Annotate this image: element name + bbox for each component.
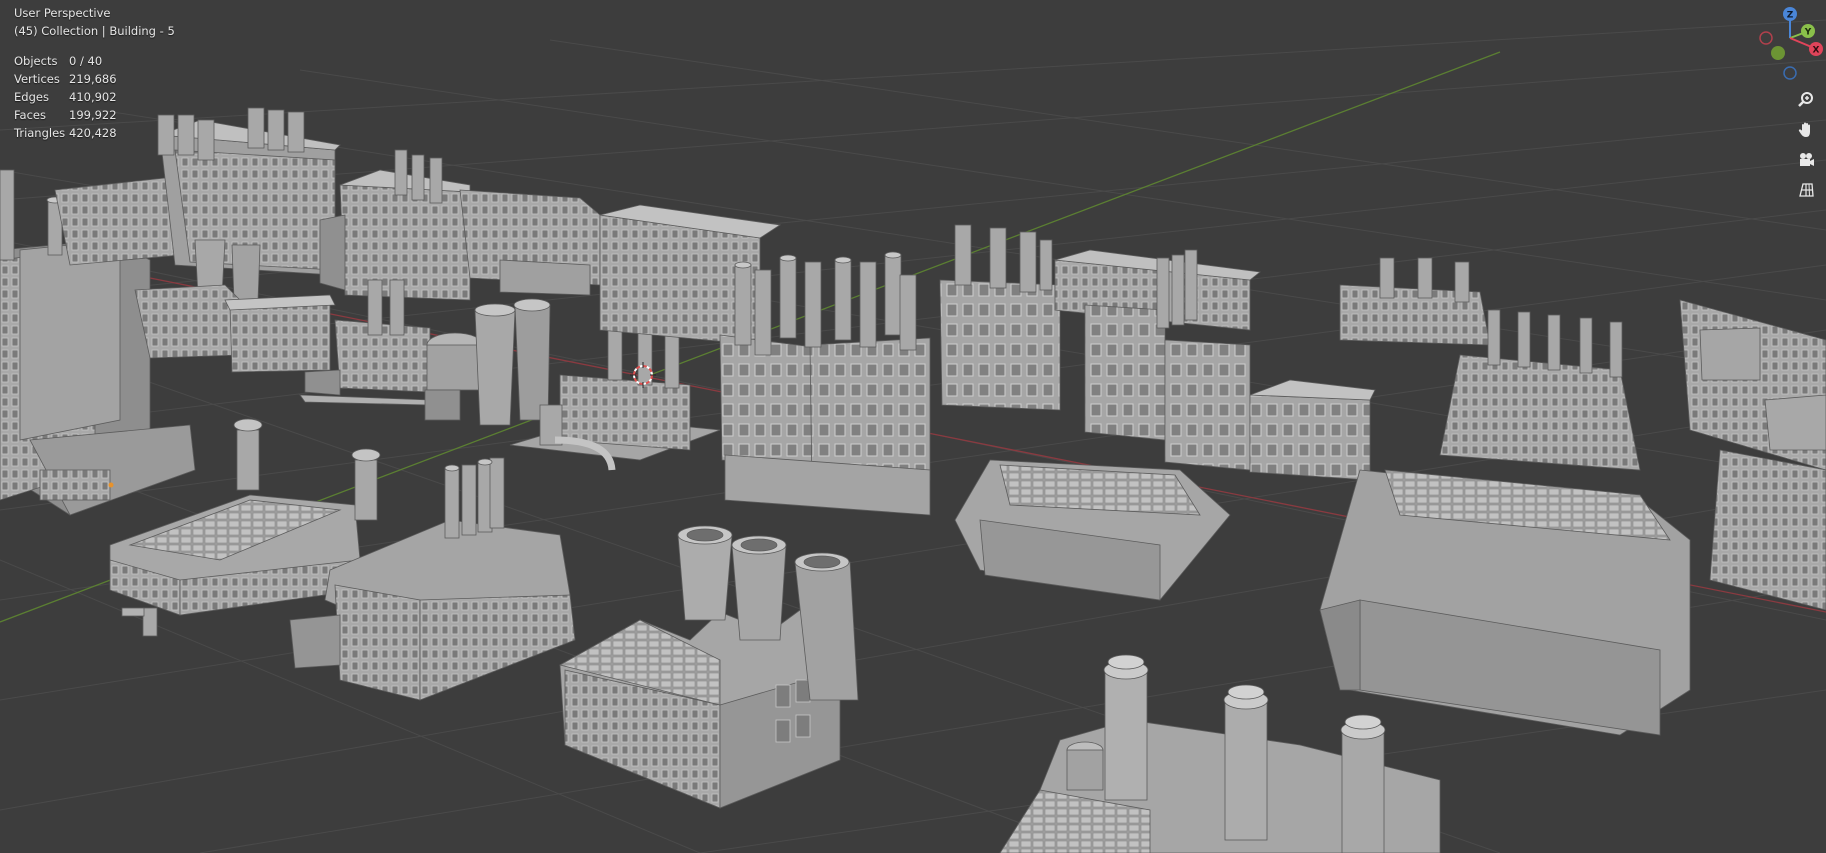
gizmo-neg-x[interactable]	[1759, 31, 1773, 45]
gizmo-y-label: Y	[1804, 28, 1812, 38]
collection-label: (45) Collection | Building - 5	[14, 24, 175, 38]
gizmo-x[interactable]: X	[1809, 42, 1823, 56]
gizmo-x-label: X	[1813, 46, 1820, 56]
stat-value: 219,686	[69, 72, 117, 86]
gizmo-z-label: Z	[1787, 11, 1794, 21]
ortho-toggle-button[interactable]	[1794, 178, 1818, 202]
viewport-tools	[1794, 88, 1820, 208]
stat-row-triangles: Triangles 420,428	[14, 124, 175, 142]
3d-viewport[interactable]: User Perspective (45) Collection | Build…	[0, 0, 1826, 853]
view-title: User Perspective	[14, 6, 111, 20]
object-origin-dot	[108, 482, 114, 488]
stat-row-vertices: Vertices 219,686	[14, 70, 175, 88]
stat-label: Triangles	[14, 126, 66, 140]
stat-value: 420,428	[69, 126, 117, 140]
gizmo-z[interactable]: Z	[1783, 7, 1797, 21]
gizmo-neg-z[interactable]	[1783, 66, 1797, 80]
stat-row-edges: Edges 410,902	[14, 88, 175, 106]
stat-label: Objects	[14, 54, 58, 68]
scene-stats: Objects 0 / 40 Vertices 219,686 Edges 41…	[14, 52, 175, 142]
zoom-icon	[1798, 92, 1813, 107]
stat-value: 410,902	[69, 90, 117, 104]
zoom-button[interactable]	[1794, 88, 1818, 112]
stat-value: 199,922	[69, 108, 117, 122]
stat-row-objects: Objects 0 / 40	[14, 52, 175, 70]
stat-value: 0 / 40	[69, 54, 103, 68]
stat-label: Edges	[14, 90, 49, 104]
scene-canvas[interactable]	[0, 0, 1826, 853]
pan-button[interactable]	[1794, 118, 1818, 142]
stat-label: Faces	[14, 108, 46, 122]
navigation-gizmo[interactable]: Z Y X	[1736, 0, 1826, 90]
camera-icon	[1800, 153, 1814, 166]
stat-label: Vertices	[14, 72, 60, 86]
gizmo-y[interactable]: Y	[1801, 24, 1815, 38]
gizmo-neg-y[interactable]	[1771, 46, 1785, 60]
stat-row-faces: Faces 199,922	[14, 106, 175, 124]
camera-view-button[interactable]	[1794, 148, 1818, 172]
ortho-grid-icon	[1799, 183, 1814, 197]
viewport-info: User Perspective (45) Collection | Build…	[14, 4, 175, 142]
pan-hand-icon	[1798, 122, 1810, 137]
